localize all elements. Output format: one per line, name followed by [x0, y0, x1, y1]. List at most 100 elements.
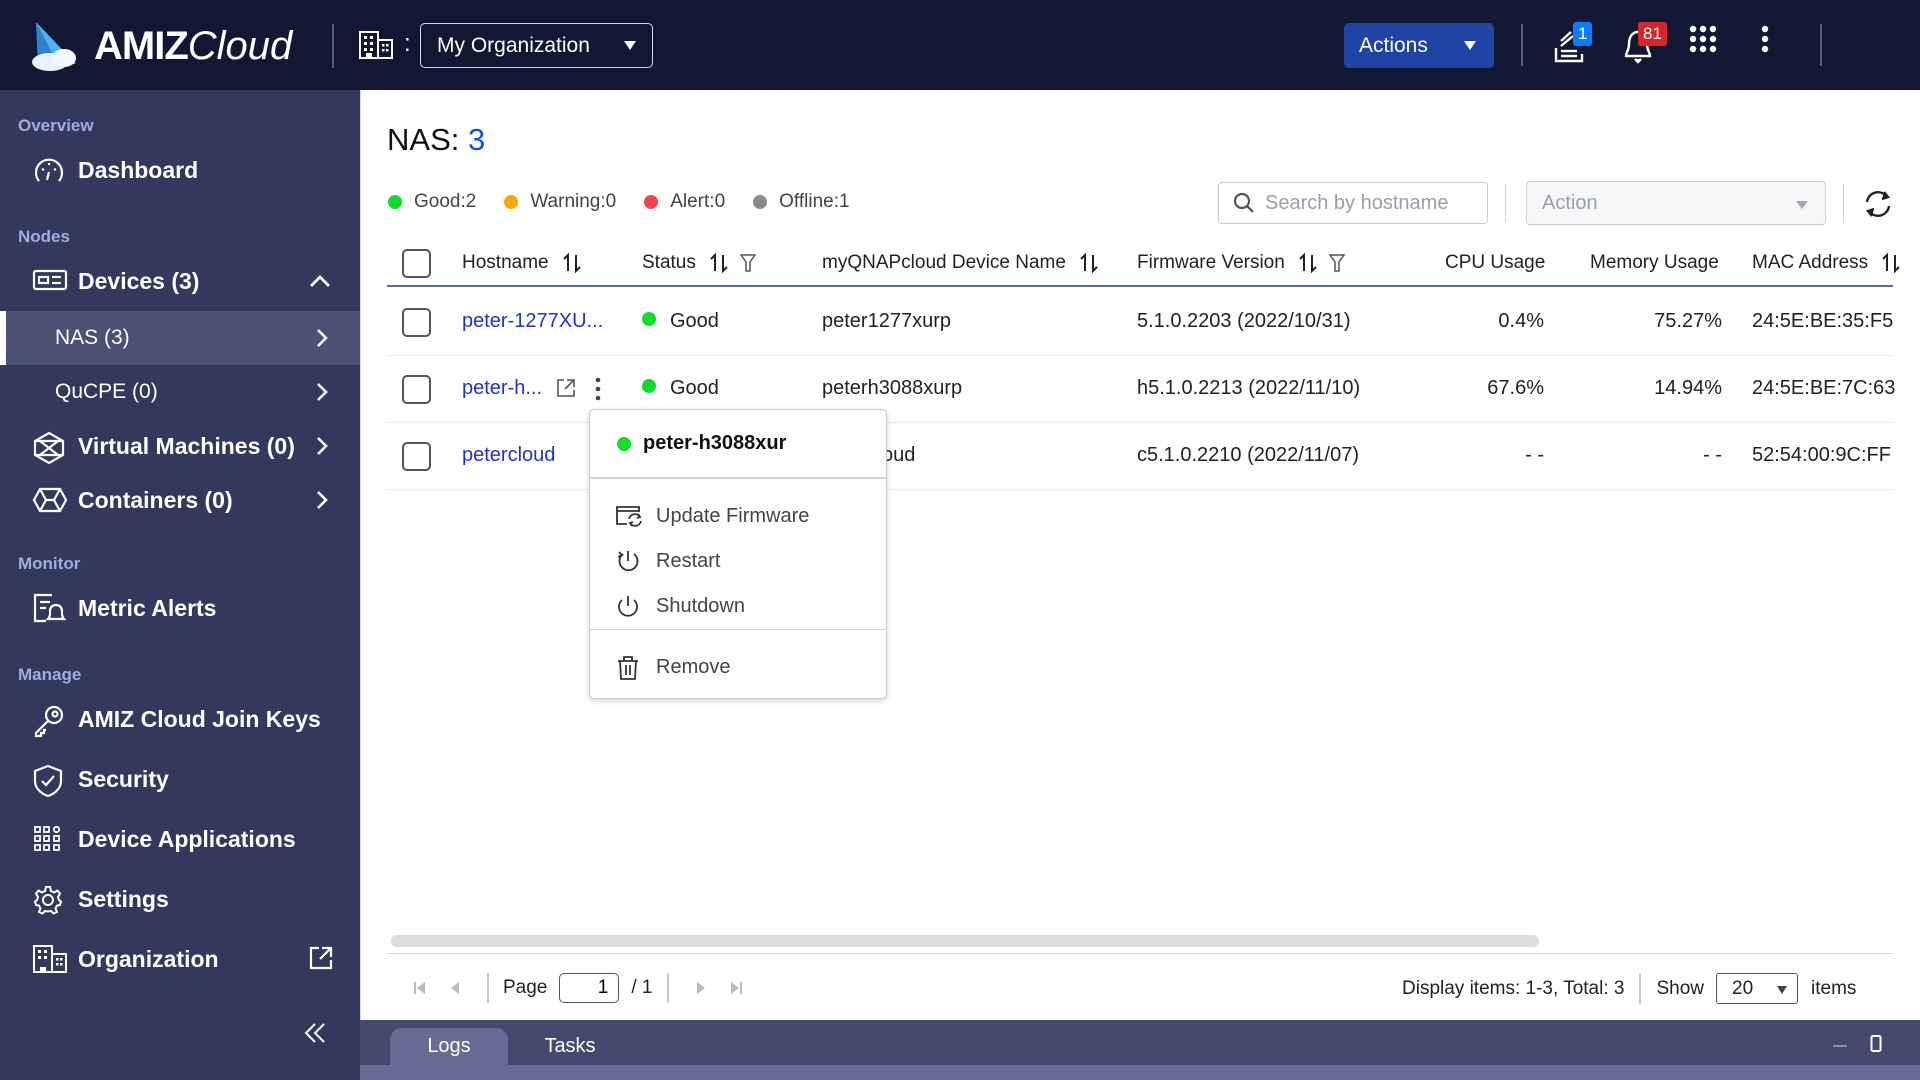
next-page-button[interactable] — [695, 981, 707, 995]
sidebar-item-dashboard[interactable]: Dashboard — [0, 144, 360, 196]
memory-usage-cell: - - — [1703, 444, 1722, 466]
sidebar-item-containers[interactable]: Containers (0) — [0, 474, 360, 526]
legend-good[interactable]: Good:2 — [388, 191, 476, 213]
column-status[interactable]: Status — [642, 252, 756, 274]
hostname-link[interactable]: peter-h... — [462, 377, 542, 400]
sort-icon[interactable] — [562, 253, 581, 273]
apps-grid-button[interactable] — [1688, 24, 1730, 66]
last-page-button[interactable] — [729, 981, 743, 995]
status-label: Good — [670, 310, 719, 332]
device-name-cell: peterh3088xurp — [822, 377, 963, 399]
legend-offline[interactable]: Offline:1 — [753, 191, 850, 213]
column-device-name[interactable]: myQNAPcloud Device Name — [822, 252, 1098, 274]
legend-label: Offline:1 — [779, 191, 850, 212]
search-input[interactable] — [1265, 191, 1475, 215]
actions-button[interactable]: Actions — [1344, 23, 1494, 68]
footer-divider — [387, 953, 1893, 954]
sidebar-section-manage: Manage — [18, 665, 82, 684]
hostname-link[interactable]: petercloud — [462, 444, 555, 467]
refresh-button[interactable] — [1862, 188, 1894, 220]
tab-tasks[interactable]: Tasks — [530, 1028, 610, 1065]
horizontal-scrollbar[interactable] — [391, 935, 1539, 947]
tasks-button[interactable]: 1 — [1553, 22, 1595, 66]
sidebar-item-device-applications[interactable]: Device Applications — [0, 813, 360, 865]
more-options-button[interactable] — [1760, 24, 1780, 66]
key-icon — [32, 704, 66, 738]
hostname-link[interactable]: peter-1277XU... — [462, 310, 603, 333]
page-number-input[interactable] — [559, 973, 620, 1003]
filter-icon[interactable] — [739, 254, 756, 272]
column-mac-address[interactable]: MAC Address — [1752, 252, 1900, 274]
chevron-up-icon[interactable] — [308, 269, 332, 293]
sidebar-section-nodes: Nodes — [18, 227, 70, 246]
row-more-button[interactable] — [594, 376, 602, 402]
first-page-button[interactable] — [413, 981, 427, 995]
menu-item-update-firmware[interactable]: Update Firmware — [590, 494, 886, 538]
sidebar-item-organization[interactable]: Organization — [0, 933, 360, 985]
prev-page-button[interactable] — [449, 981, 461, 995]
mac-address-cell: 24:5E:BE:7C:63 — [1752, 377, 1896, 399]
select-all-checkbox[interactable] — [402, 249, 431, 278]
column-memory-usage[interactable]: Memory Usage — [1590, 252, 1719, 274]
mac-address-cell: 24:5E:BE:35:F5 — [1752, 310, 1894, 332]
sidebar-item-metric-alerts[interactable]: Metric Alerts — [0, 582, 360, 634]
menu-item-remove[interactable]: Remove — [590, 645, 886, 689]
page-size-select[interactable]: 20 — [1716, 973, 1798, 1004]
row-checkbox[interactable] — [402, 308, 431, 337]
status-cell: Good — [642, 310, 719, 333]
amiz-cloud-logo[interactable]: AMIZ Cloud — [28, 18, 292, 74]
legend-alert[interactable]: Alert:0 — [644, 191, 725, 213]
filter-icon[interactable] — [1328, 254, 1345, 272]
column-firmware-version[interactable]: Firmware Version — [1137, 252, 1345, 274]
column-cpu-usage[interactable]: CPU Usage — [1445, 252, 1545, 274]
maximize-panel-button[interactable] — [1870, 1034, 1882, 1054]
status-dot-offline — [753, 195, 768, 209]
sidebar-item-label: Containers (0) — [78, 486, 233, 513]
bulk-action-select[interactable]: Action — [1526, 181, 1826, 225]
sidebar-item-devices[interactable]: Devices (3) — [0, 255, 360, 307]
external-link-icon[interactable] — [308, 945, 334, 971]
sort-icon[interactable] — [710, 253, 728, 273]
sidebar-item-nas[interactable]: NAS (3) — [0, 311, 360, 365]
gear-icon — [32, 884, 66, 915]
collapse-sidebar-button[interactable] — [302, 1020, 328, 1046]
firmware-cell: c5.1.0.2210 (2022/11/07) — [1137, 444, 1360, 466]
bottom-panel-content — [360, 1065, 1920, 1080]
firmware-cell: h5.1.0.2213 (2022/11/10) — [1137, 377, 1361, 399]
logo-mark-icon — [32, 22, 76, 71]
legend-warning[interactable]: Warning:0 — [504, 191, 616, 213]
column-label: MAC Address — [1752, 252, 1869, 273]
row-checkbox[interactable] — [402, 442, 431, 471]
sort-icon[interactable] — [1080, 253, 1098, 273]
sidebar-item-join-keys[interactable]: AMIZ Cloud Join Keys — [0, 693, 360, 745]
sort-icon[interactable] — [1299, 253, 1317, 273]
tab-logs[interactable]: Logs — [390, 1028, 508, 1065]
sidebar-item-label: AMIZ Cloud Join Keys — [78, 705, 321, 732]
notifications-button[interactable]: 81 — [1620, 22, 1667, 66]
toolbar-divider — [1505, 184, 1506, 222]
sidebar-item-label: Metric Alerts — [78, 594, 217, 621]
menu-item-shutdown[interactable]: Shutdown — [590, 584, 886, 628]
open-device-button[interactable] — [556, 378, 576, 398]
devices-icon — [32, 266, 68, 296]
sidebar-item-qucpe[interactable]: QuCPE (0) — [0, 365, 360, 419]
status-label: Good — [670, 377, 719, 399]
device-name-cell: peter1277xurp — [822, 310, 951, 332]
organization-select[interactable]: My Organization — [420, 23, 653, 68]
menu-item-restart[interactable]: Restart — [590, 539, 886, 583]
sort-icon[interactable] — [1882, 253, 1900, 273]
row-checkbox[interactable] — [402, 375, 431, 404]
chevron-right-icon — [312, 488, 332, 512]
caret-down-icon — [1777, 986, 1787, 994]
sidebar-item-security[interactable]: Security — [0, 753, 360, 805]
table-row[interactable]: peter-1277XU... Good peter1277xurp 5.1.0… — [387, 289, 1893, 356]
column-label: Memory Usage — [1590, 252, 1719, 273]
status-dot-good — [642, 312, 656, 326]
sidebar-item-virtual-machines[interactable]: Virtual Machines (0) — [0, 420, 360, 472]
hostname-search[interactable] — [1218, 182, 1488, 224]
containers-icon — [32, 485, 68, 515]
column-hostname[interactable]: Hostname — [462, 252, 581, 274]
cpu-usage-cell: 0.4% — [1498, 310, 1544, 332]
minimize-panel-button[interactable] — [1832, 1034, 1848, 1058]
sidebar-item-settings[interactable]: Settings — [0, 873, 360, 925]
